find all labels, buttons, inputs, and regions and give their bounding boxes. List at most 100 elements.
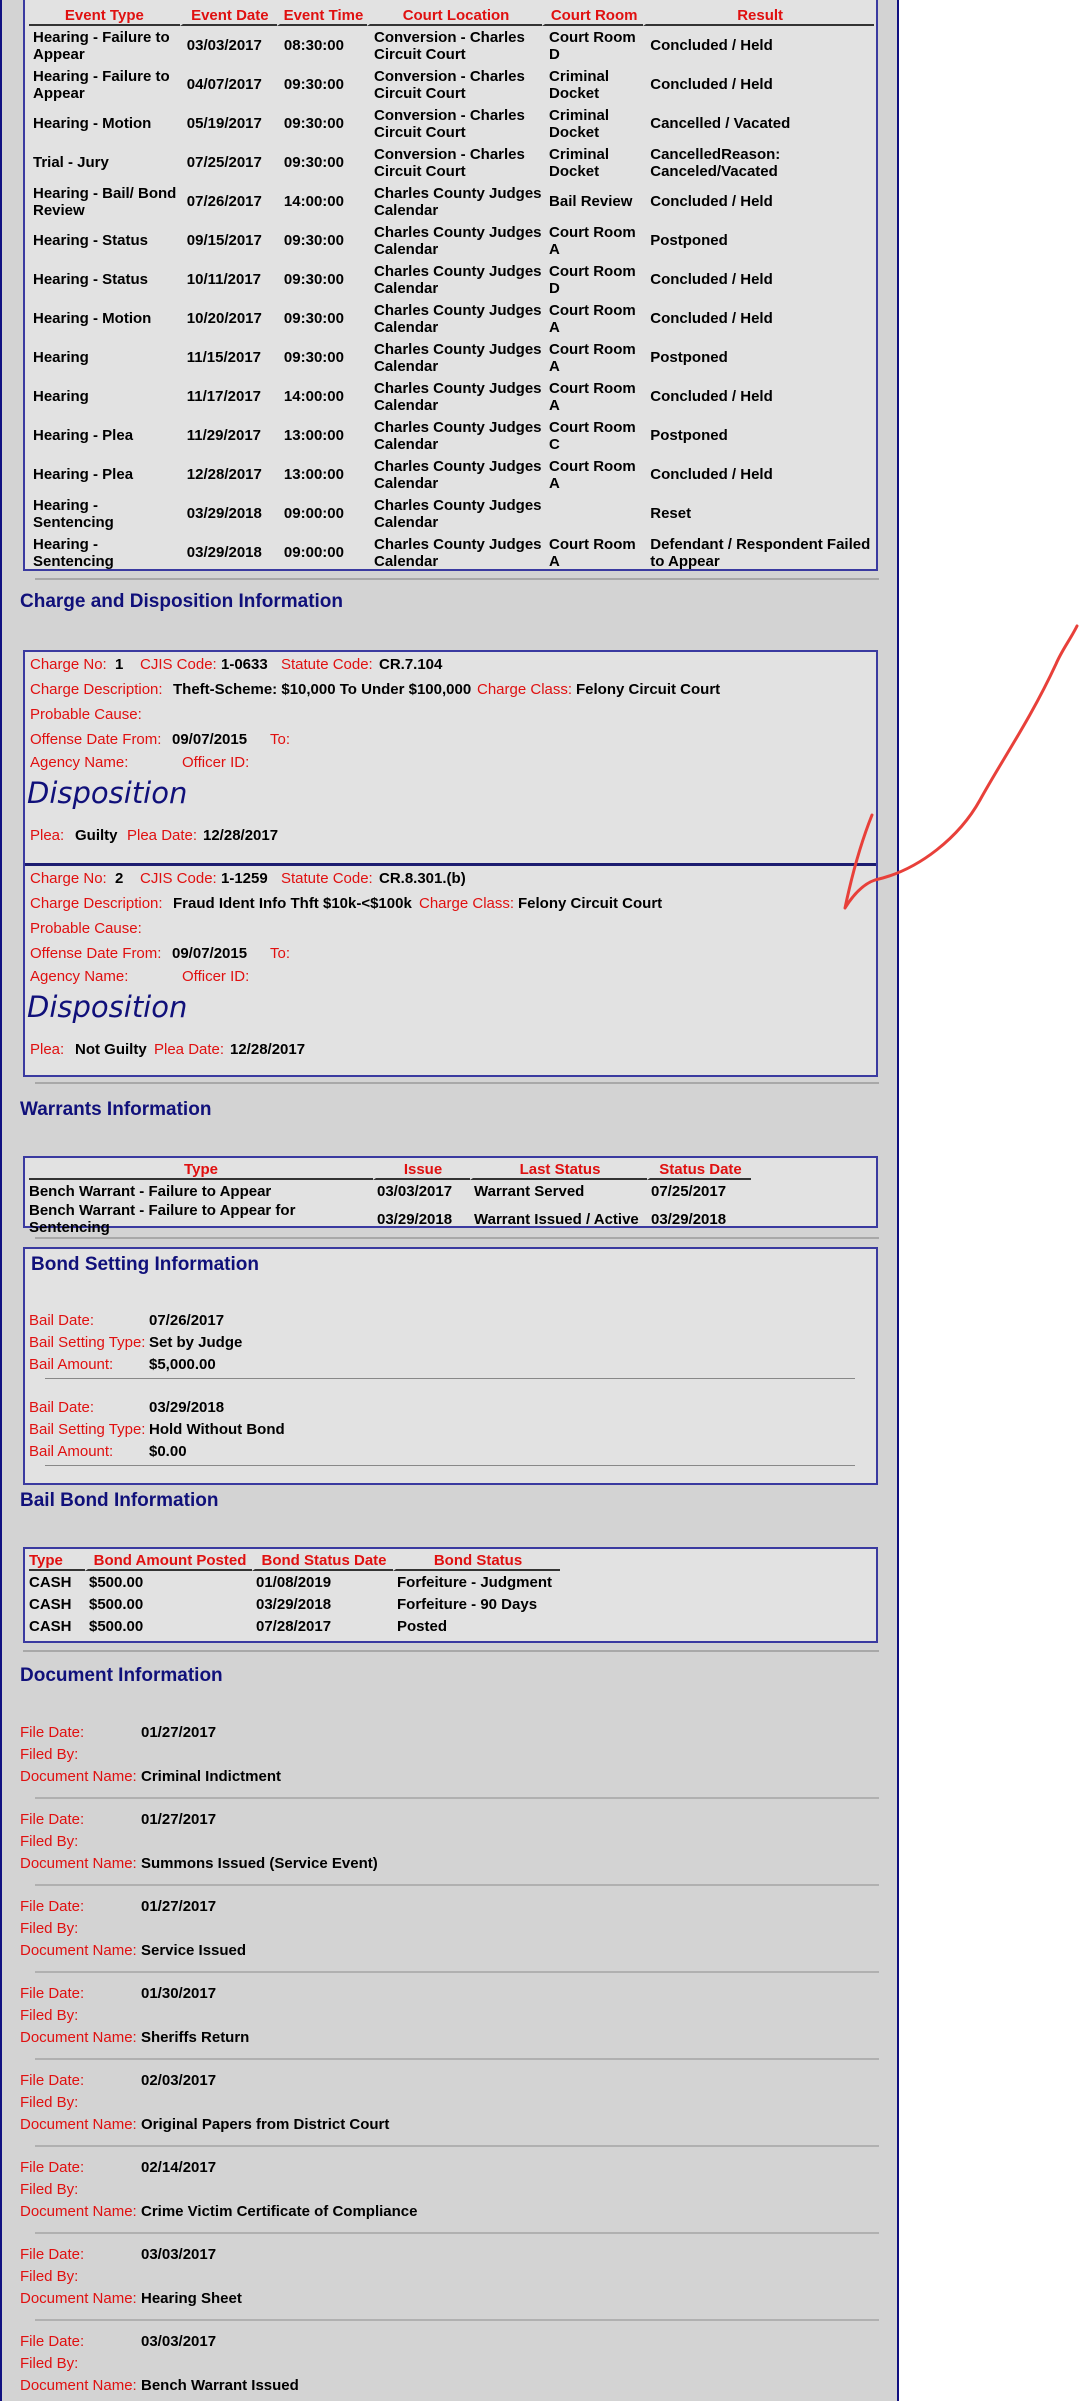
court-room-cell: Court Room D	[549, 28, 636, 63]
warrants-panel: Type Issue Last Status Status Date Bench…	[23, 1156, 878, 1236]
event-time-cell: 09:30:00	[283, 76, 344, 93]
event-type-cell: Hearing	[33, 388, 89, 405]
event-time-cell: 09:00:00	[283, 544, 344, 561]
plea-value: Not Guilty	[75, 1041, 147, 1058]
charge-description-label: Charge Description:	[30, 681, 163, 698]
bail-setting-type-label: Bail Setting Type:	[29, 1421, 146, 1438]
filed-by-label: Filed By:	[20, 1746, 79, 1763]
plea-date-label: Plea Date:	[154, 1041, 225, 1058]
document-name-value: Bench Warrant Issued	[141, 2377, 299, 2394]
bail-bond-header-row: Type Bond Amount Posted Bond Status Date…	[29, 1551, 560, 1571]
file-date-value: 03/03/2017	[141, 2333, 217, 2350]
event-time-cell: 13:00:00	[283, 466, 344, 483]
filed-by-label: Filed By:	[20, 2268, 79, 2285]
warrant-status-date-cell: 03/29/2018	[651, 1210, 727, 1228]
bond-type-cell: CASH	[29, 1595, 72, 1613]
document-name-label: Document Name:	[20, 2116, 137, 2133]
event-date-cell: 07/25/2017	[186, 154, 262, 171]
separator	[35, 2145, 879, 2147]
col-event-time: Event Time	[276, 0, 367, 26]
plea-date-value: 12/28/2017	[203, 827, 279, 844]
document-name-label: Document Name:	[20, 2029, 137, 2046]
agency-name-label: Agency Name:	[30, 968, 129, 985]
event-date-cell: 10/20/2017	[186, 310, 262, 327]
result-cell: Concluded / Held	[650, 193, 773, 210]
charge-description-label: Charge Description:	[30, 895, 163, 912]
bond-amount-cell: $500.00	[89, 1617, 144, 1635]
event-time-cell: 09:30:00	[283, 232, 344, 249]
separator	[45, 1465, 855, 1466]
col-event-type: Event Type	[29, 0, 180, 26]
file-date-value: 03/03/2017	[141, 2246, 217, 2263]
warrants-section-title: Warrants Information	[20, 1099, 212, 1120]
statute-code-value: CR.8.301.(b)	[379, 870, 466, 887]
disposition-heading: Disposition	[27, 990, 188, 1024]
court-room-cell: Bail Review	[549, 193, 633, 210]
file-date-label: File Date:	[20, 2246, 85, 2263]
court-room-cell: Court Room D	[549, 262, 636, 297]
result-cell: Postponed	[650, 427, 728, 444]
bond-setting-title: Bond Setting Information	[31, 1254, 259, 1275]
file-date-label: File Date:	[20, 1898, 85, 1915]
cjis-code-label: CJIS Code:	[140, 870, 217, 887]
event-date-cell: 03/29/2018	[186, 544, 262, 561]
file-date-value: 01/27/2017	[141, 1724, 217, 1741]
bond-status-cell: Posted	[397, 1617, 448, 1635]
file-date-label: File Date:	[20, 2333, 85, 2350]
col-last-status: Last Status	[470, 1160, 647, 1180]
filed-by-label: Filed By:	[20, 2094, 79, 2111]
file-date-value: 01/27/2017	[141, 1811, 217, 1828]
event-type-cell: Hearing - Motion	[33, 310, 152, 327]
events-header-row: Event Type Event Date Event Time Court L…	[29, 0, 874, 26]
event-date-cell: 12/28/2017	[186, 466, 262, 483]
event-row: Hearing 11/15/2017 09:30:00 Charles County …	[29, 338, 874, 377]
separator	[45, 1378, 855, 1379]
document-name-label: Document Name:	[20, 1768, 137, 1785]
event-type-cell: Hearing - Bail/ Bond Review	[33, 184, 177, 219]
event-row: Hearing - Plea 11/29/2017 13:00:00 Charles …	[29, 416, 874, 455]
event-type-cell: Hearing - Status	[33, 232, 149, 249]
bail-amount-value: $5,000.00	[149, 1356, 216, 1373]
warrant-type-cell: Bench Warrant - Failure to Appear for Se…	[29, 1202, 296, 1236]
event-type-cell: Hearing - Sentencing	[33, 496, 114, 531]
event-date-cell: 11/15/2017	[186, 349, 262, 366]
bail-date-value: 03/29/2018	[149, 1399, 225, 1416]
event-time-cell: 09:30:00	[283, 271, 344, 288]
filed-by-label: Filed By:	[20, 1920, 79, 1937]
col-status-date: Status Date	[647, 1160, 751, 1180]
disposition-heading: Disposition	[27, 776, 188, 810]
separator	[35, 1971, 879, 1973]
charge-no-label: Charge No:	[30, 656, 107, 673]
bail-bond-table: Type Bond Amount Posted Bond Status Date…	[29, 1551, 560, 1637]
file-date-label: File Date:	[20, 2072, 85, 2089]
agency-name-label: Agency Name:	[30, 754, 129, 771]
warrant-last-status-cell: Warrant Issued / Active	[474, 1210, 639, 1228]
event-row: Hearing - Motion 05/19/2017 09:30:00 Conver…	[29, 104, 874, 143]
event-type-cell: Hearing - Sentencing	[33, 535, 114, 570]
result-cell: Concluded / Held	[650, 388, 773, 405]
charge-no-label: Charge No:	[30, 870, 107, 887]
charge-no-value: 2	[115, 870, 124, 887]
bail-setting-type-value: Hold Without Bond	[149, 1421, 285, 1438]
result-cell: CancelledReason: Canceled/Vacated	[650, 145, 781, 180]
bail-setting-type-value: Set by Judge	[149, 1334, 243, 1351]
bond-status-cell: Forfeiture - Judgment	[397, 1573, 553, 1591]
event-row: Hearing - Sentencing 03/29/2018 09:00:00 Ch…	[29, 494, 874, 533]
event-row: Trial - Jury 07/25/2017 09:30:00 Conversion…	[29, 143, 874, 182]
court-room-cell: Criminal Docket	[549, 67, 610, 102]
bail-date-value: 07/26/2017	[149, 1312, 225, 1329]
officer-id-label: Officer ID:	[182, 754, 250, 771]
court-location-cell: Charles County Judges Calendar	[373, 457, 542, 492]
offense-date-from-value: 09/07/2015	[172, 731, 248, 748]
filed-by-label: Filed By:	[20, 2007, 79, 2024]
case-detail-page: Event Type Event Date Event Time Court L…	[0, 0, 899, 2401]
bail-bond-panel: Type Bond Amount Posted Bond Status Date…	[23, 1547, 878, 1643]
filed-by-label: Filed By:	[20, 1833, 79, 1850]
file-date-label: File Date:	[20, 2159, 85, 2176]
events-table: Event Type Event Date Event Time Court L…	[29, 0, 874, 572]
warrant-row: Bench Warrant - Failure to Appear for Se…	[29, 1202, 751, 1236]
court-location-cell: Charles County Judges Calendar	[373, 535, 542, 570]
document-name-value: Original Papers from District Court	[141, 2116, 390, 2133]
court-location-cell: Conversion - Charles Circuit Court	[373, 67, 525, 102]
bond-type-cell: CASH	[29, 1573, 72, 1591]
